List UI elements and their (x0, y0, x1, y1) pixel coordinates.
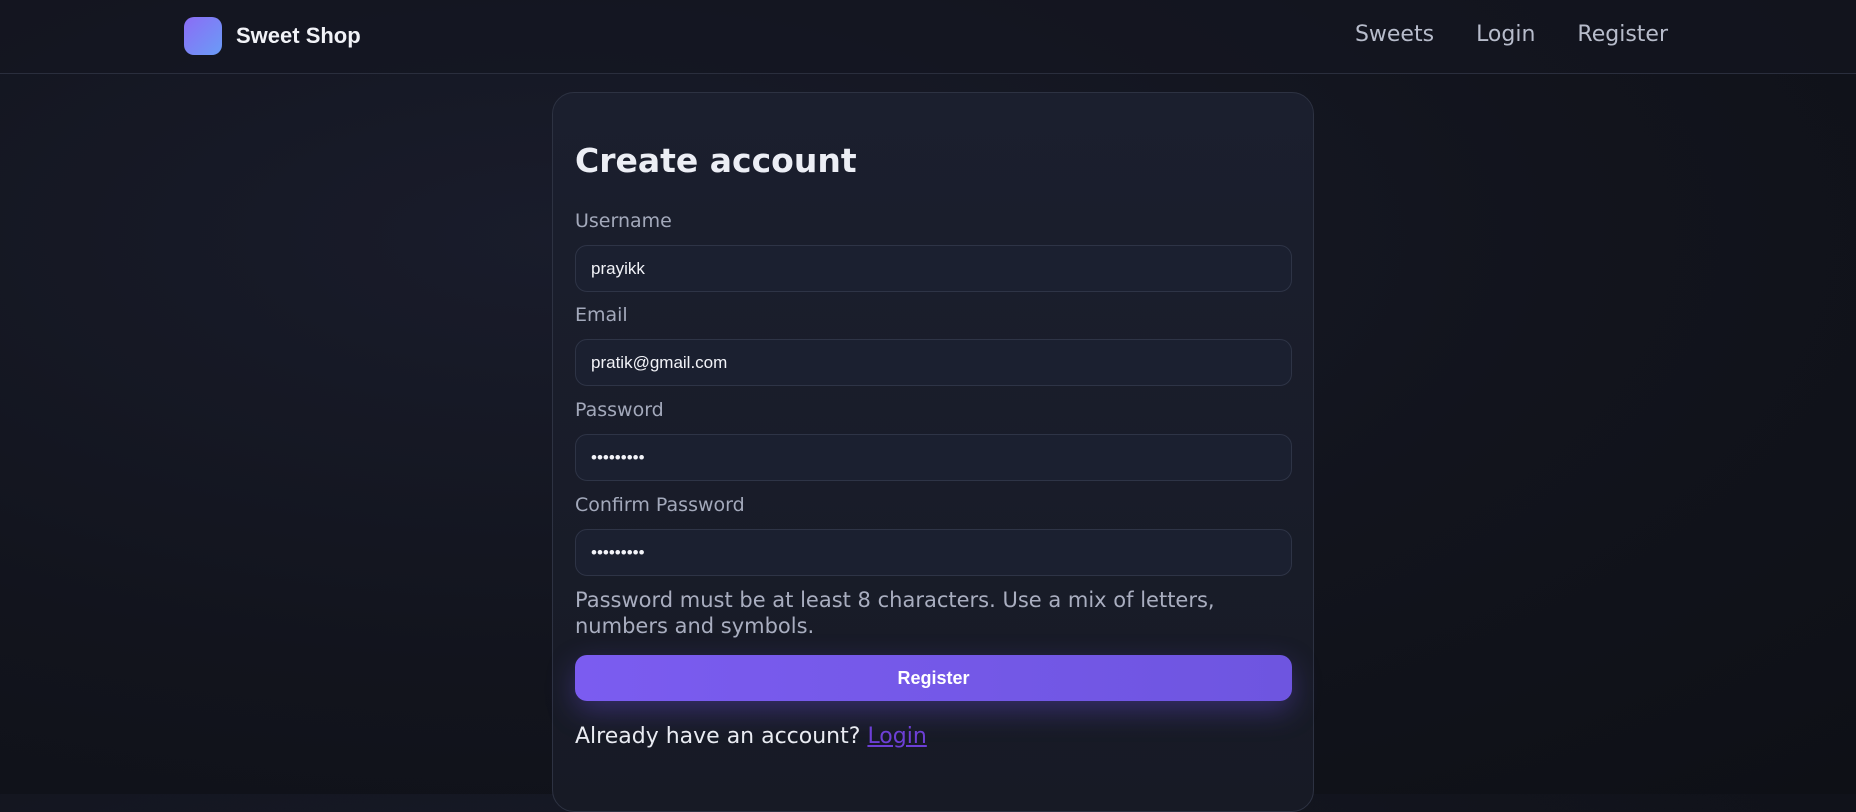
login-prompt: Already have an account? Login (575, 724, 927, 749)
confirm-password-field-group: Confirm Password (575, 491, 1292, 576)
form-title: Create account (575, 141, 857, 180)
top-navbar: Sweet Shop Sweets Login Register (0, 0, 1856, 74)
email-field-group: Email (575, 301, 1292, 386)
register-card: Create account Username Email Password C… (552, 92, 1314, 812)
confirm-password-label: Confirm Password (575, 494, 745, 516)
email-label: Email (575, 304, 628, 326)
nav-link-sweets[interactable]: Sweets (1355, 22, 1434, 47)
email-input[interactable] (575, 339, 1292, 386)
nav-link-login[interactable]: Login (1476, 22, 1535, 47)
username-field-group: Username (575, 207, 1292, 292)
username-input[interactable] (575, 245, 1292, 292)
nav-link-register[interactable]: Register (1577, 22, 1668, 47)
confirm-password-input[interactable] (575, 529, 1292, 576)
password-field-group: Password (575, 396, 1292, 481)
login-prompt-text: Already have an account? (575, 724, 861, 749)
password-label: Password (575, 399, 664, 421)
password-input[interactable] (575, 434, 1292, 481)
nav-links: Sweets Login Register (1355, 22, 1668, 47)
brand-name: Sweet Shop (236, 23, 361, 48)
username-label: Username (575, 210, 672, 232)
password-hint: Password must be at least 8 characters. … (575, 588, 1215, 638)
logo-icon (184, 17, 222, 55)
brand[interactable]: Sweet Shop (184, 17, 361, 55)
login-link[interactable]: Login (867, 724, 926, 749)
register-button[interactable]: Register (575, 655, 1292, 701)
